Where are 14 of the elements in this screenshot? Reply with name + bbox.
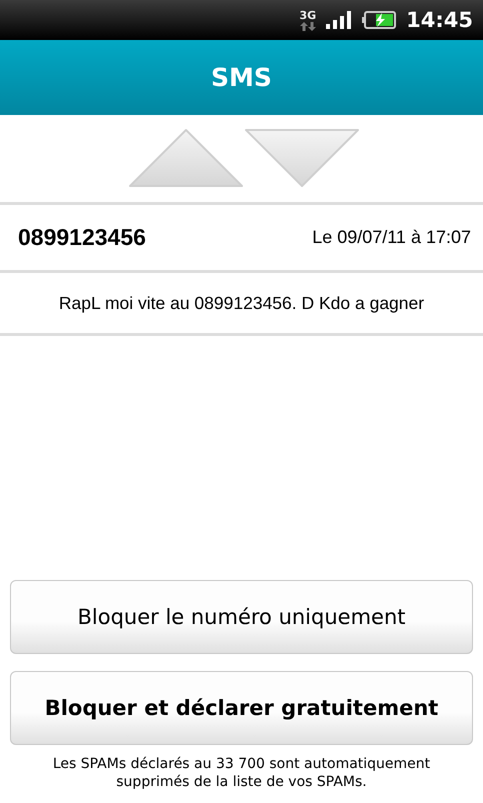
sender-number: 0899123456 xyxy=(18,224,146,251)
up-arrow-icon[interactable] xyxy=(128,128,244,190)
message-body: RapL moi vite au 0899123456. D Kdo a gagner xyxy=(58,292,424,314)
battery-charging-icon xyxy=(362,11,396,29)
network-type: 3G xyxy=(299,10,316,22)
down-arrow-icon[interactable] xyxy=(244,128,360,190)
screen-title: SMS xyxy=(211,63,272,92)
block-and-report-button[interactable]: Bloquer et déclarer gratuitement xyxy=(10,671,473,745)
data-arrows-icon xyxy=(300,22,316,30)
message-date: Le 09/07/11 à 17:07 xyxy=(312,227,471,248)
clock: 14:45 xyxy=(406,8,473,32)
info-note: Les SPAMs déclarés au 33 700 sont automatiquement supprimés de la liste de vos SPAMs. xyxy=(52,755,432,791)
block-number-button[interactable]: Bloquer le numéro uniquement xyxy=(10,580,473,654)
signal-icon xyxy=(326,11,352,29)
